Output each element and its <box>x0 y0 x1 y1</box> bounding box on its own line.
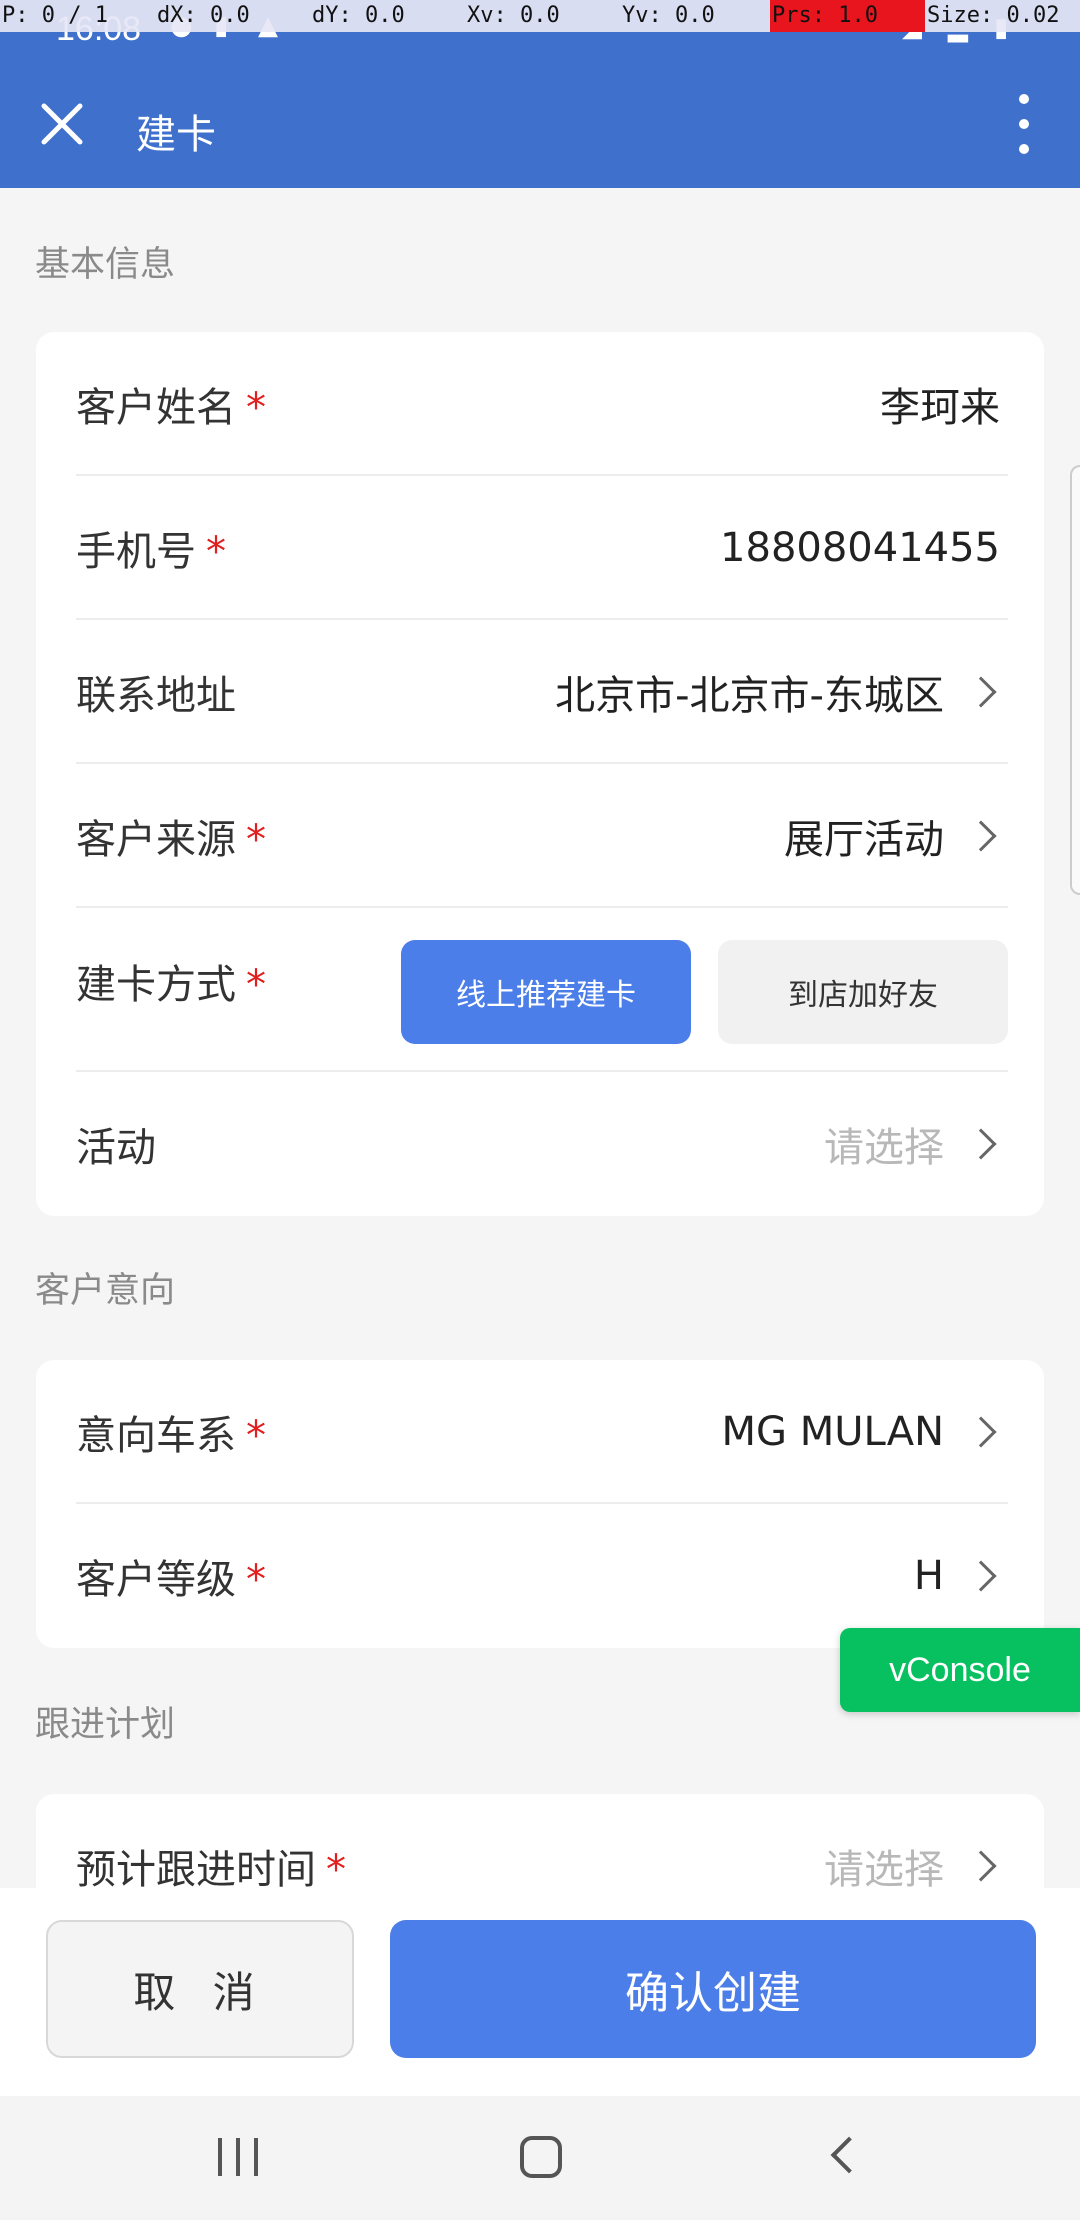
debug-dx: dX: 0.0 <box>155 0 310 32</box>
page-title: 建卡 <box>136 112 216 158</box>
basic-info-card: 客户姓名 * 李珂来 手机号 * 18808041455 联系地址 北京市-北京市-… <box>36 332 1044 1216</box>
method-option-instore[interactable]: 到店加好友 <box>718 940 1008 1044</box>
home-icon[interactable] <box>520 2136 562 2178</box>
followup-time-label: 预计跟进时间 * <box>76 1847 346 1893</box>
more-dot-icon <box>1019 119 1029 129</box>
row-customer-name[interactable]: 客户姓名 * 李珂来 <box>36 332 1044 476</box>
confirm-create-button[interactable]: 确认创建 <box>390 1920 1036 2058</box>
series-value[interactable]: MG MULAN <box>722 1409 945 1455</box>
level-value[interactable]: H <box>914 1553 944 1599</box>
section-title-basic: 基本信息 <box>35 245 176 285</box>
chevron-right-icon <box>965 820 997 852</box>
scroll-indicator[interactable] <box>1070 465 1080 895</box>
phone-label: 手机号 * <box>76 529 226 575</box>
system-nav-bar <box>0 2096 1080 2220</box>
level-label: 客户等级 * <box>76 1557 266 1603</box>
intent-card: 意向车系 * MG MULAN 客户等级 * H <box>36 1360 1044 1648</box>
chevron-right-icon <box>965 1128 997 1160</box>
chevron-right-icon <box>965 1416 997 1448</box>
chevron-right-icon <box>965 676 997 708</box>
followup-time-select[interactable]: 请选择 <box>824 1837 944 1894</box>
row-followup-time[interactable]: 预计跟进时间 * 请选择 <box>36 1794 1044 1894</box>
chevron-right-icon <box>965 1560 997 1592</box>
row-source[interactable]: 客户来源 * 展厅活动 <box>36 764 1044 908</box>
close-icon <box>41 103 83 145</box>
address-label: 联系地址 <box>76 673 236 719</box>
required-mark: * <box>246 1557 266 1603</box>
section-title-plan: 跟进计划 <box>35 1705 176 1745</box>
plan-card: 预计跟进时间 * 请选择 <box>36 1794 1044 1894</box>
close-button[interactable] <box>36 98 88 150</box>
debug-size: Size: 0.02 <box>925 0 1080 32</box>
recent-apps-icon[interactable] <box>218 2138 258 2176</box>
more-options-button[interactable] <box>1004 94 1044 154</box>
required-mark: * <box>206 529 226 575</box>
activity-select[interactable]: 请选择 <box>824 1115 944 1173</box>
method-option-online[interactable]: 线上推荐建卡 <box>401 940 691 1044</box>
required-mark: * <box>246 385 266 431</box>
bottom-action-bar: 取 消 确认创建 <box>0 1888 1080 2096</box>
name-label: 客户姓名 * <box>76 385 266 431</box>
pointer-location-overlay: P: 0 / 1 dX: 0.0 dY: 0.0 Xv: 0.0 Yv: 0.0… <box>0 0 1080 32</box>
debug-dy: dY: 0.0 <box>310 0 465 32</box>
row-card-method: 建卡方式 * 线上推荐建卡 到店加好友 <box>36 908 1044 1072</box>
row-level[interactable]: 客户等级 * H <box>36 1504 1044 1648</box>
debug-pointer: P: 0 / 1 <box>0 0 155 32</box>
more-dot-icon <box>1019 144 1029 154</box>
required-mark: * <box>326 1847 346 1893</box>
debug-xv: Xv: 0.0 <box>465 0 620 32</box>
debug-pressure: Prs: 1.0 <box>770 0 925 32</box>
required-mark: * <box>246 817 266 863</box>
row-address[interactable]: 联系地址 北京市-北京市-东城区 <box>36 620 1044 764</box>
back-icon[interactable] <box>830 2136 868 2174</box>
required-mark: * <box>246 962 266 1008</box>
row-series[interactable]: 意向车系 * MG MULAN <box>36 1360 1044 1504</box>
section-title-intent: 客户意向 <box>35 1271 176 1311</box>
address-value[interactable]: 北京市-北京市-东城区 <box>555 663 944 721</box>
method-label: 建卡方式 * <box>76 962 266 1008</box>
required-mark: * <box>246 1413 266 1459</box>
source-label: 客户来源 * <box>76 817 266 863</box>
source-value[interactable]: 展厅活动 <box>784 807 944 865</box>
row-activity[interactable]: 活动 请选择 <box>36 1072 1044 1216</box>
vconsole-button[interactable]: vConsole <box>840 1628 1080 1712</box>
phone-value[interactable]: 18808041455 <box>720 525 1000 571</box>
cancel-button[interactable]: 取 消 <box>46 1920 354 2058</box>
debug-yv: Yv: 0.0 <box>620 0 770 32</box>
series-label: 意向车系 * <box>76 1413 266 1459</box>
more-dot-icon <box>1019 94 1029 104</box>
activity-label: 活动 <box>76 1125 156 1171</box>
row-phone[interactable]: 手机号 * 18808041455 <box>36 476 1044 620</box>
name-value[interactable]: 李珂来 <box>880 375 1000 433</box>
chevron-right-icon <box>965 1850 997 1882</box>
